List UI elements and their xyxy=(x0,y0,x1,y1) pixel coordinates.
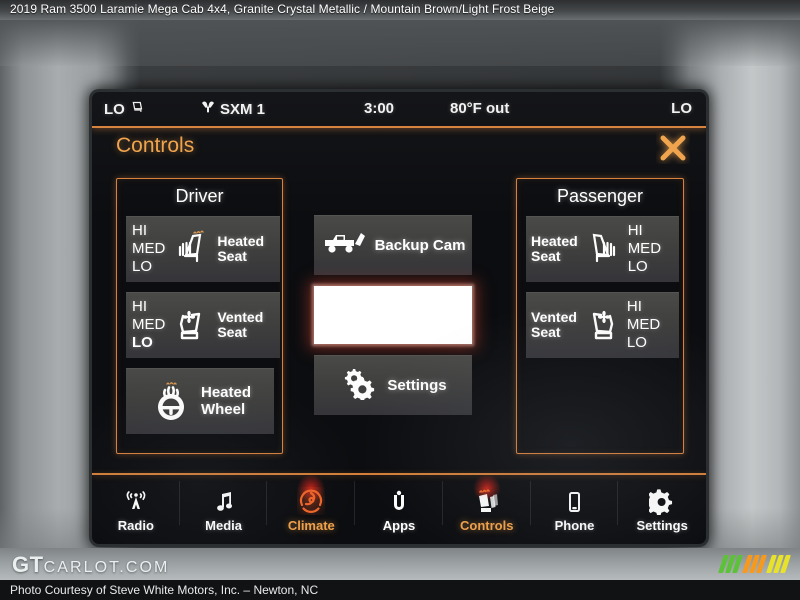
screenshot-root: 2019 Ram 3500 Laramie Mega Cab 4x4, Gran… xyxy=(0,0,800,600)
driver-panel: Driver HI MED LO Heated Seat HI MED LO V… xyxy=(116,178,283,454)
nav-label-apps: Apps xyxy=(382,517,416,533)
heated-seat-icon xyxy=(170,228,212,270)
nav-label-climate: Climate xyxy=(287,517,335,533)
gears-icon xyxy=(339,366,379,405)
logo-stripes xyxy=(718,555,791,573)
site-logo: GTCARLOT.COM xyxy=(12,552,169,578)
blank-highlighted-button[interactable] xyxy=(314,286,472,344)
passenger-vented-seat-level-hi[interactable]: HI xyxy=(627,298,642,316)
seat-controls-icon xyxy=(473,487,501,515)
driver-temp-status[interactable]: LO xyxy=(104,100,144,119)
driver-heated-wheel-label-2: Wheel xyxy=(200,401,246,418)
passenger-panel-title: Passenger xyxy=(556,186,644,206)
passenger-heated-seat-level-hi[interactable]: HI xyxy=(628,222,643,240)
satellite-radio-icon xyxy=(200,100,216,118)
driver-heated-seat-label-1: Heated xyxy=(217,233,265,249)
driver-heated-seat-level-lo[interactable]: LO xyxy=(132,258,152,276)
passenger-vented-seat-level-lo[interactable]: LO xyxy=(627,334,647,352)
outside-temperature: 80°F out xyxy=(450,100,509,117)
heated-seat-icon xyxy=(582,228,624,270)
bottom-nav-bar: Radio Media Climate Apps Controls Phone … xyxy=(92,475,706,544)
clock[interactable]: 3:00 xyxy=(364,100,394,117)
center-settings-label: Settings xyxy=(387,376,447,394)
driver-seat-climate-icon xyxy=(129,100,144,119)
driver-vented-seat-tile[interactable]: HI MED LO Vented Seat xyxy=(126,292,280,358)
phone-icon xyxy=(564,487,584,515)
passenger-vented-seat-label-2: Seat xyxy=(531,324,561,340)
driver-panel-title: Driver xyxy=(175,186,224,206)
driver-vented-seat-label-2: Seat xyxy=(217,324,247,340)
center-settings-button[interactable]: Settings xyxy=(314,355,472,415)
driver-heated-seat-level-med[interactable]: MED xyxy=(132,240,165,258)
passenger-heated-seat-tile[interactable]: Heated Seat HI MED LO xyxy=(526,216,679,282)
climate-fan-icon xyxy=(297,487,325,515)
listing-caption-bar: 2019 Ram 3500 Laramie Mega Cab 4x4, Gran… xyxy=(0,0,800,20)
page-title: Controls xyxy=(116,134,195,157)
passenger-heated-seat-level-lo[interactable]: LO xyxy=(628,258,648,276)
passenger-temp-status[interactable]: LO xyxy=(671,100,692,117)
passenger-panel: Passenger Heated Seat HI MED LO Vented S… xyxy=(516,178,684,454)
driver-vented-seat-level-lo[interactable]: LO xyxy=(132,334,153,352)
nav-label-phone: Phone xyxy=(554,517,595,533)
nav-label-media: Media xyxy=(205,517,242,533)
passenger-heated-seat-label-2: Seat xyxy=(531,248,561,264)
infotainment-screen: LO SXM 1 3:00 80°F out LO Controls Drive… xyxy=(92,92,706,544)
nav-label-controls: Controls xyxy=(460,517,514,533)
uconnect-apps-icon xyxy=(388,487,410,515)
close-button[interactable] xyxy=(656,132,690,164)
heated-steering-wheel-icon xyxy=(149,379,193,423)
clock-value: 3:00 xyxy=(364,100,395,117)
nav-item-apps[interactable]: Apps xyxy=(355,475,443,544)
status-bar: LO SXM 1 3:00 80°F out LO xyxy=(92,92,706,128)
site-logo-rest: CARLOT.COM xyxy=(43,559,170,576)
nav-item-media[interactable]: Media xyxy=(180,475,268,544)
music-note-icon xyxy=(212,487,236,515)
nav-item-controls[interactable]: Controls xyxy=(443,475,531,544)
outside-temperature-value: 80°F out xyxy=(450,100,510,117)
driver-vented-seat-level-med[interactable]: MED xyxy=(132,316,165,334)
passenger-vented-seat-level-med[interactable]: MED xyxy=(627,316,660,334)
watermark-band: GTCARLOT.COM xyxy=(0,548,800,580)
dashboard-bezel: LO SXM 1 3:00 80°F out LO Controls Drive… xyxy=(0,20,800,548)
nav-label-settings: Settings xyxy=(636,517,688,533)
passenger-vented-seat-tile[interactable]: Vented Seat HI MED LO xyxy=(526,292,679,358)
close-icon xyxy=(660,135,686,161)
pickup-truck-tailgate-icon xyxy=(321,228,367,263)
driver-vented-seat-level-hi[interactable]: HI xyxy=(132,298,147,316)
backup-cam-button[interactable]: Backup Cam xyxy=(314,215,472,275)
driver-heated-wheel-label-1: Heated xyxy=(200,384,252,401)
driver-heated-wheel-tile[interactable]: Heated Wheel xyxy=(126,368,274,434)
driver-heated-seat-tile[interactable]: HI MED LO Heated Seat xyxy=(126,216,280,282)
backup-cam-label: Backup Cam xyxy=(374,236,466,254)
bezel-top-shading xyxy=(0,20,800,66)
nav-item-phone[interactable]: Phone xyxy=(531,475,619,544)
audio-source-label: SXM 1 xyxy=(220,100,266,118)
passenger-heated-seat-label-1: Heated xyxy=(531,233,578,249)
driver-heated-seat-level-hi[interactable]: HI xyxy=(132,222,147,240)
audio-source-status[interactable]: SXM 1 xyxy=(200,100,265,118)
driver-temp-value: LO xyxy=(104,101,125,118)
stripe-group-yellow xyxy=(766,555,791,573)
driver-heated-seat-label-2: Seat xyxy=(217,248,247,264)
driver-vented-seat-label-1: Vented xyxy=(217,309,264,325)
nav-item-settings[interactable]: Settings xyxy=(618,475,706,544)
nav-label-radio: Radio xyxy=(117,517,154,533)
vehicle-title: 2019 Ram 3500 Laramie Mega Cab 4x4, Gran… xyxy=(10,2,555,16)
nav-item-radio[interactable]: Radio xyxy=(92,475,180,544)
stripe-group-green xyxy=(718,555,743,573)
passenger-heated-seat-level-med[interactable]: MED xyxy=(628,240,661,258)
photo-credit-text: Photo Courtesy of Steve White Motors, In… xyxy=(10,583,319,597)
passenger-temp-value: LO xyxy=(671,100,692,117)
site-logo-bold: GT xyxy=(12,552,44,577)
passenger-vented-seat-label-1: Vented xyxy=(531,309,577,325)
vented-seat-icon xyxy=(170,304,212,346)
photo-credit-bar: Photo Courtesy of Steve White Motors, In… xyxy=(0,580,800,600)
gear-icon xyxy=(649,487,675,515)
stripe-group-orange xyxy=(742,555,767,573)
vented-seat-icon xyxy=(581,304,623,346)
nav-item-climate[interactable]: Climate xyxy=(267,475,356,544)
radio-tower-icon xyxy=(123,487,149,515)
